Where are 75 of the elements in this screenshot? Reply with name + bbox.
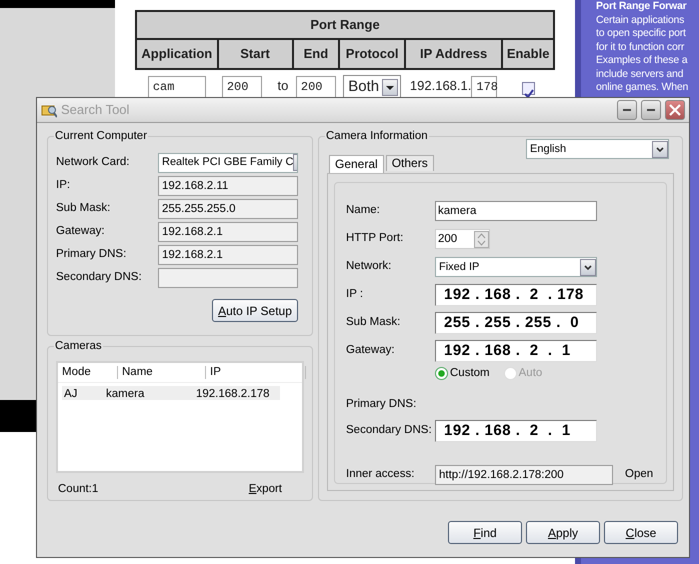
ip-prefix-text: 192.168.1.: [410, 78, 472, 94]
field-label: Secondary DNS:: [346, 423, 433, 438]
camera-count: Count:1: [58, 482, 98, 497]
column-header[interactable]: IP: [206, 366, 306, 379]
enable-checkbox[interactable]: [522, 82, 535, 95]
field-label: Sub Mask:: [346, 315, 402, 330]
ip-address-field[interactable]: 255 . 255 . 255 . 0: [435, 312, 597, 334]
help-text-line: online games. When: [596, 81, 690, 94]
separator-text: to: [277, 78, 288, 94]
group-legend: Current Computer: [54, 129, 148, 144]
dialog-button[interactable]: Find: [448, 521, 522, 544]
readonly-field: 255.255.255.0: [158, 198, 298, 218]
readonly-field: 192.168.2.1: [158, 222, 298, 242]
field-label: Sub Mask:: [56, 200, 112, 216]
minimize-button[interactable]: [617, 100, 637, 120]
radio-label: Auto: [518, 366, 542, 382]
close-icon: [668, 103, 682, 117]
inner-access-field: http://192.168.2.178:200: [435, 465, 613, 485]
auto-ip-setup-button[interactable]: Auto IP Setup: [212, 299, 298, 322]
network-select[interactable]: Fixed IP: [435, 257, 597, 277]
field-label: IP:: [56, 178, 72, 193]
help-text-line: for it to function corr: [596, 40, 686, 54]
column-header: Protocol: [339, 39, 406, 69]
tab[interactable]: Others: [386, 155, 434, 171]
tab[interactable]: General: [329, 155, 384, 173]
field-label: Gateway:: [56, 224, 106, 239]
radio-label: Custom: [450, 366, 490, 382]
help-title: Port Range Forwar: [596, 0, 688, 14]
ip-address-field[interactable]: 192 . 168 . 2 . 1: [435, 420, 597, 442]
table-title: Port Range: [136, 11, 554, 39]
help-text-line: Certain applications: [596, 14, 686, 27]
camera-row[interactable]: AJ kamera 192.168.2.178: [62, 386, 280, 400]
field-label: Network Card:: [56, 154, 130, 170]
field-label: HTTP Port:: [346, 231, 404, 246]
ip-address-field[interactable]: 192 . 168 . 2 . 1: [435, 340, 597, 362]
column-header: Application: [136, 39, 218, 69]
field-label: Network:: [346, 259, 392, 274]
ip-address-field[interactable]: 192 . 168 . 2 . 178: [435, 284, 597, 306]
end-port-field[interactable]: 200: [296, 76, 336, 98]
minimize-icon: [647, 109, 655, 111]
help-text-line: include servers and: [596, 68, 684, 81]
help-text-line: Examples of these a: [596, 54, 689, 68]
column-header: Enable: [502, 39, 554, 69]
close-button[interactable]: [665, 100, 685, 120]
column-header: IP Address: [405, 39, 502, 69]
dialog-button[interactable]: Apply: [526, 521, 600, 544]
readonly-field: 192.168.2.1: [158, 244, 298, 264]
field-label: IP :: [346, 287, 364, 302]
field-label: Inner access:: [346, 467, 416, 482]
dialog-button[interactable]: Close: [604, 521, 678, 544]
field-label: Secondary DNS:: [56, 270, 143, 285]
http-port-spinner[interactable]: 200: [435, 229, 490, 249]
column-header: Start: [218, 39, 293, 69]
radio-button[interactable]: [435, 367, 448, 380]
language-select[interactable]: English: [526, 139, 669, 159]
readonly-field: 192.168.2.11: [158, 176, 298, 196]
field-label: Primary DNS:: [346, 397, 418, 412]
spinner-arrows-icon: [474, 230, 489, 248]
start-port-field[interactable]: 200: [222, 76, 262, 98]
minimize-button[interactable]: [641, 100, 661, 120]
name-field[interactable]: kamera: [435, 201, 597, 221]
help-text-line: to open specific port: [596, 27, 687, 40]
window-title: Search Tool: [61, 101, 130, 120]
column-header: End: [292, 39, 340, 69]
column-header[interactable]: Name: [118, 366, 206, 379]
application-field[interactable]: cam: [148, 76, 206, 98]
field-label: Name:: [346, 203, 381, 218]
column-header[interactable]: Mode: [58, 366, 118, 379]
field-label: Gateway:: [346, 343, 396, 358]
open-link[interactable]: Open: [625, 466, 654, 484]
export-link[interactable]: Export: [248, 481, 282, 498]
minimize-icon: [623, 109, 631, 111]
ip-last-octet-field[interactable]: 178: [471, 76, 498, 98]
network-card-select[interactable]: Realtek PCI GBE Family C: [158, 152, 298, 172]
field-label: Primary DNS:: [56, 246, 128, 262]
